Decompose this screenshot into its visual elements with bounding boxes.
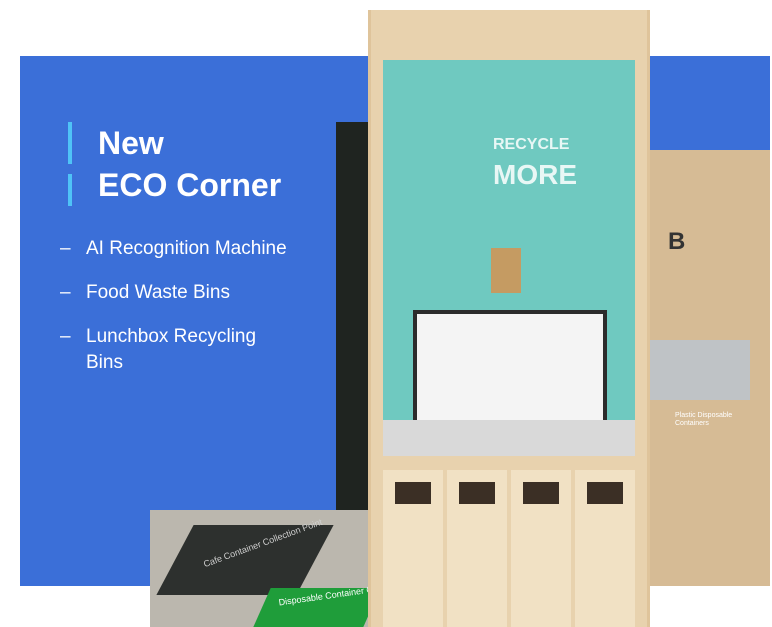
bin <box>511 470 571 627</box>
feature-item: – Lunchbox Recycling Bins <box>60 324 290 376</box>
bin-slot <box>395 482 431 504</box>
heading-line-2: ECO Corner <box>98 167 282 203</box>
feature-text: AI Recognition Machine <box>86 238 287 259</box>
kiosk-screen-display <box>417 314 603 428</box>
heading-line-1: New <box>98 125 164 161</box>
bin <box>447 470 507 627</box>
feature-list: – AI Recognition Machine – Food Waste Bi… <box>60 236 290 394</box>
recycle-word: RECYCLE <box>493 136 570 153</box>
kiosk-shelf <box>383 420 635 456</box>
feature-text: Lunchbox Recycling Bins <box>86 326 257 373</box>
feature-text: Food Waste Bins <box>86 282 230 303</box>
heading-accent-bar <box>68 122 72 164</box>
dash-bullet: – <box>60 282 71 303</box>
bin <box>575 470 635 627</box>
recycling-kiosk: RECYCLE MORE <box>368 10 650 627</box>
kiosk-screen <box>413 310 607 432</box>
dash-bullet: – <box>60 238 71 259</box>
bin-slot <box>587 482 623 504</box>
bin-slot <box>523 482 559 504</box>
kiosk-recycle-sign: RECYCLE MORE <box>493 130 577 190</box>
feature-item: – Food Waste Bins <box>60 280 290 306</box>
ai-scanner-camera <box>491 248 521 293</box>
photo-sink <box>650 340 750 400</box>
dash-bullet: – <box>60 326 71 347</box>
stall-letter: B <box>668 228 686 255</box>
bin-slot <box>459 482 495 504</box>
stall-sign: Plastic Disposable Containers <box>675 412 733 427</box>
more-word: MORE <box>493 159 577 190</box>
heading-block: New ECO Corner <box>68 122 281 206</box>
bin <box>383 470 443 627</box>
photo-dark-signboard <box>336 122 368 512</box>
heading-accent-bar <box>68 174 72 206</box>
feature-item: – AI Recognition Machine <box>60 236 290 262</box>
kiosk-bins <box>383 470 635 627</box>
